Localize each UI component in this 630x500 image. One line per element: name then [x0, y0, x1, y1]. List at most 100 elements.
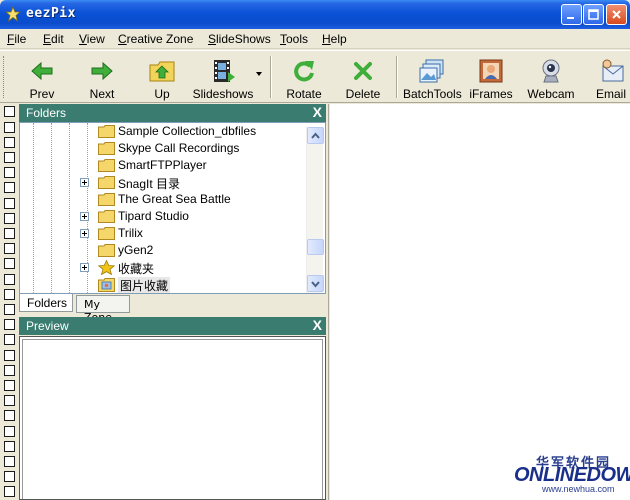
tree-item[interactable]: yGen2 — [20, 242, 308, 259]
watermark-logo: 华军软件园 ONLINEDOWN www.newhua.com — [514, 455, 630, 494]
checkbox[interactable] — [4, 410, 15, 421]
menu-bar: File Edit View Creative Zone SlideShows … — [0, 29, 630, 49]
folders-panel-header: Folders X — [19, 104, 326, 122]
email-icon — [602, 59, 624, 82]
slideshows-dropdown-icon[interactable] — [256, 72, 262, 76]
checkbox[interactable] — [4, 289, 15, 300]
folder-icon — [98, 142, 115, 155]
toolbar: Prev Next Up Slideshows Rotate Delete Ba… — [0, 50, 630, 103]
folder-icon — [98, 159, 115, 172]
email-button[interactable]: Email — [590, 54, 630, 101]
checkbox[interactable] — [4, 122, 15, 133]
panel-splitter[interactable] — [326, 104, 329, 500]
tree-item[interactable]: Tipard Studio — [20, 208, 308, 225]
maximize-button[interactable] — [583, 4, 604, 25]
menu-tools[interactable]: Tools — [280, 32, 308, 46]
tree-item[interactable]: SnagIt 目录 — [20, 174, 308, 191]
toolbar-separator — [270, 56, 272, 98]
tree-item[interactable]: SmartFTPPlayer — [20, 157, 308, 174]
menu-slideshows[interactable]: SlideShows — [208, 32, 271, 46]
panel-tabs: Folders My Zone — [19, 294, 326, 324]
preview-frame — [22, 339, 323, 499]
webcam-button[interactable]: Webcam — [526, 54, 576, 101]
checkbox[interactable] — [4, 441, 15, 452]
slideshows-button[interactable]: Slideshows — [192, 54, 254, 101]
menu-file[interactable]: File — [7, 32, 26, 46]
tab-myzone[interactable]: My Zone — [76, 295, 130, 324]
batch-images-icon — [419, 59, 444, 83]
folder-tree-scrollbar[interactable] — [306, 127, 324, 293]
checkbox[interactable] — [4, 486, 15, 497]
menu-creative-zone[interactable]: Creative Zone — [118, 32, 193, 46]
tree-item[interactable]: Sample Collection_dbfiles — [20, 123, 308, 140]
expand-toggle[interactable] — [80, 263, 89, 272]
preview-panel-close-button[interactable]: X — [313, 317, 322, 333]
minimize-icon — [567, 17, 574, 19]
checkbox[interactable] — [4, 137, 15, 148]
tab-folders[interactable]: Folders — [19, 294, 73, 312]
iframes-button[interactable]: iFrames — [466, 54, 516, 101]
tree-item[interactable]: The Great Sea Battle — [20, 191, 308, 208]
checkbox[interactable] — [4, 198, 15, 209]
rotate-button[interactable]: Rotate — [278, 54, 330, 101]
menu-view[interactable]: View — [79, 32, 105, 46]
checkbox[interactable] — [4, 471, 15, 482]
expand-toggle[interactable] — [80, 229, 89, 238]
up-button[interactable]: Up — [136, 54, 188, 101]
tree-item[interactable]: 图片收藏 — [20, 276, 308, 293]
toolbar-separator — [396, 56, 398, 98]
checkbox[interactable] — [4, 213, 15, 224]
minimize-button[interactable] — [561, 4, 582, 25]
tree-item[interactable]: 收藏夹 — [20, 259, 308, 276]
delete-x-icon — [354, 62, 372, 80]
checkbox[interactable] — [4, 395, 15, 406]
checkbox[interactable] — [4, 456, 15, 467]
checkbox[interactable] — [4, 182, 15, 193]
checkbox[interactable] — [4, 380, 15, 391]
thumbnail-area[interactable] — [330, 104, 630, 500]
toolbar-grip[interactable] — [3, 56, 6, 98]
webcam-icon — [542, 59, 560, 83]
window-title: eezPix — [26, 6, 76, 21]
picture-folder-icon — [98, 278, 115, 292]
delete-button[interactable]: Delete — [337, 54, 389, 101]
checkbox[interactable] — [4, 152, 15, 163]
maximize-icon — [588, 9, 599, 20]
scroll-up-button[interactable] — [307, 127, 324, 144]
checkbox[interactable] — [4, 243, 15, 254]
scroll-down-button[interactable] — [307, 275, 324, 292]
menu-help[interactable]: Help — [322, 32, 347, 46]
arrow-right-icon — [91, 61, 113, 81]
chevron-down-icon — [311, 281, 320, 288]
menu-edit[interactable]: Edit — [43, 32, 64, 46]
expand-toggle[interactable] — [80, 212, 89, 221]
checkbox[interactable] — [4, 334, 15, 345]
folder-tree[interactable]: Sample Collection_dbfiles Skype Call Rec… — [19, 122, 326, 294]
scroll-thumb[interactable] — [307, 239, 324, 255]
next-button[interactable]: Next — [76, 54, 128, 101]
checkbox[interactable] — [4, 319, 15, 330]
checkbox[interactable] — [4, 426, 15, 437]
prev-button[interactable]: Prev — [16, 54, 68, 101]
folders-panel-close-button[interactable]: X — [313, 104, 322, 120]
tree-item[interactable]: Trilix — [20, 225, 308, 242]
checkbox[interactable] — [4, 228, 15, 239]
title-bar[interactable]: eezPix — [0, 0, 630, 29]
checkbox[interactable] — [4, 350, 15, 361]
checkbox[interactable] — [4, 304, 15, 315]
folder-icon — [98, 210, 115, 223]
checkbox[interactable] — [4, 106, 15, 117]
preview-area — [19, 336, 326, 500]
expand-toggle[interactable] — [80, 178, 89, 187]
folder-icon — [98, 125, 115, 138]
rotate-icon — [294, 61, 314, 82]
checkbox[interactable] — [4, 258, 15, 269]
folder-up-icon — [149, 61, 175, 82]
checkbox[interactable] — [4, 274, 15, 285]
batchtools-button[interactable]: BatchTools — [403, 54, 462, 101]
arrow-left-icon — [31, 61, 53, 81]
tree-item[interactable]: Skype Call Recordings — [20, 140, 308, 157]
checkbox[interactable] — [4, 365, 15, 376]
checkbox[interactable] — [4, 167, 15, 178]
close-button[interactable] — [606, 4, 627, 25]
